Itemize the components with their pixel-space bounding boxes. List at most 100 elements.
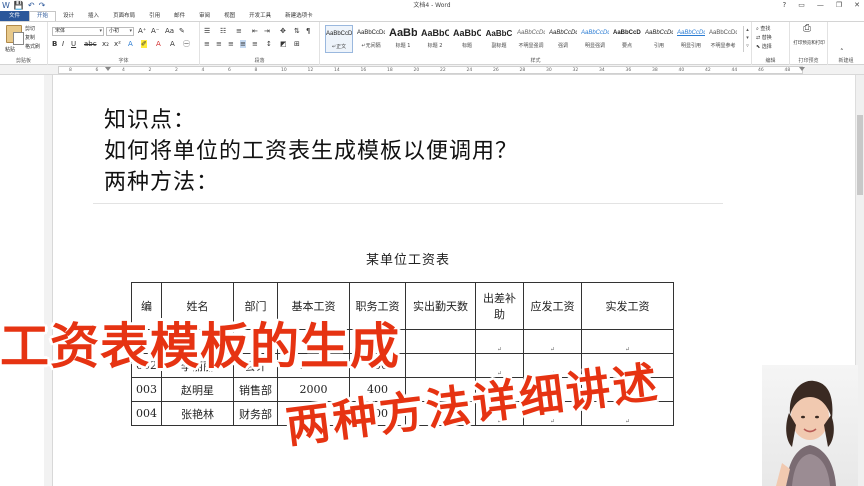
- align-center-icon[interactable]: ≡: [216, 40, 222, 48]
- paste-icon[interactable]: [6, 25, 24, 45]
- style-title[interactable]: AaBbC 标题: [453, 25, 481, 53]
- right-indent-marker[interactable]: [799, 67, 805, 71]
- style-sample: AaBbCcDd: [613, 30, 641, 36]
- select-button[interactable]: ⬉ 选择: [756, 43, 772, 50]
- minimize-button[interactable]: —: [817, 0, 824, 11]
- collapse-ribbon-icon[interactable]: ˄: [840, 48, 844, 56]
- table-cell[interactable]: 销售部: [233, 377, 278, 402]
- char-shading-icon[interactable]: A: [170, 40, 175, 48]
- style-heading-1[interactable]: AaBb 标题 1: [389, 25, 417, 53]
- ruler-number: 10: [281, 68, 287, 73]
- table-cell[interactable]: 张艳林: [161, 401, 234, 426]
- scroll-thumb[interactable]: [857, 115, 863, 195]
- distributed-icon[interactable]: ≡: [252, 40, 258, 48]
- table-cell[interactable]: 财务部: [233, 401, 278, 426]
- replace-button[interactable]: ⇄ 替换: [756, 34, 772, 41]
- style-sample: AaBbCcDd: [581, 30, 609, 36]
- cursor-icon: ⬉: [756, 44, 761, 50]
- style-subtle-reference[interactable]: AaBbCcDd 不明显参考: [709, 25, 737, 53]
- tab-home[interactable]: 开始: [29, 11, 57, 21]
- copy-button[interactable]: 复制: [25, 34, 35, 41]
- paragraph-label: 段落: [254, 58, 265, 64]
- ribbon-display-button[interactable]: ▭: [798, 0, 805, 11]
- font-size-combo[interactable]: 小初: [106, 27, 134, 36]
- horizontal-ruler[interactable]: 8 6 4 2 2 4 6 8 10 12 14 16 18 20 22 24 26 28 30 32 34 36 38 40…: [0, 65, 864, 75]
- clear-format-icon[interactable]: ✎: [179, 27, 185, 35]
- tab-file[interactable]: 文件: [0, 11, 30, 21]
- decrease-indent-icon[interactable]: ⇤: [252, 27, 258, 35]
- align-left-icon[interactable]: ≡: [204, 40, 210, 48]
- maximize-button[interactable]: ❐: [836, 0, 842, 11]
- borders-icon[interactable]: ⊞: [294, 40, 300, 48]
- superscript-icon[interactable]: x²: [114, 40, 121, 48]
- ruler-number: 2: [148, 68, 152, 73]
- find-button[interactable]: ⌕ 查找: [756, 25, 770, 32]
- style-sample: AaBbC: [453, 28, 481, 38]
- table-cell[interactable]: ↵: [475, 329, 524, 354]
- tab-view[interactable]: 视图: [217, 11, 242, 21]
- shrink-font-icon[interactable]: A⁻: [151, 27, 159, 35]
- paste-button[interactable]: 粘贴: [5, 46, 15, 53]
- table-cell[interactable]: 赵明星: [161, 377, 234, 402]
- help-button[interactable]: ?: [783, 0, 787, 11]
- tab-insert[interactable]: 插入: [81, 11, 106, 21]
- numbering-icon[interactable]: ☷: [220, 27, 226, 35]
- bullets-icon[interactable]: ☰: [204, 27, 210, 35]
- document-body[interactable]: 知识点： 如何将单位的工资表生成模板以便调用？ 两种方法：: [104, 105, 518, 198]
- grow-font-icon[interactable]: A⁺: [138, 27, 146, 35]
- window-title: 文档4 - Word: [413, 2, 451, 9]
- tab-mailings[interactable]: 邮件: [167, 11, 192, 21]
- increase-indent-icon[interactable]: ⇥: [264, 27, 270, 35]
- font-name-combo[interactable]: 宋体: [52, 27, 104, 36]
- style-heading-2[interactable]: AaBbC 标题 2: [421, 25, 449, 53]
- style-intense-quote[interactable]: AaBbCcDd 明显引用: [677, 25, 705, 53]
- show-marks-icon[interactable]: ¶: [306, 27, 310, 35]
- tab-developer[interactable]: 开发工具: [242, 11, 278, 21]
- table-cell[interactable]: 003: [131, 377, 162, 402]
- text-effects-icon[interactable]: A: [128, 40, 133, 48]
- style-name: 引用: [653, 43, 664, 49]
- table-cell[interactable]: ↵: [523, 329, 582, 354]
- tab-layout[interactable]: 页面布局: [106, 11, 142, 21]
- bold-icon[interactable]: B: [52, 40, 57, 48]
- subscript-icon[interactable]: x₂: [102, 40, 109, 48]
- justify-icon[interactable]: ≡: [240, 40, 246, 48]
- shading-icon[interactable]: ◩: [280, 40, 287, 48]
- line-spacing-icon[interactable]: ↕: [266, 40, 272, 48]
- presenter-avatar: [776, 380, 836, 486]
- print-preview-button[interactable]: 打印预览和打印: [792, 41, 826, 46]
- style-intense-emphasis[interactable]: AaBbCcDd 明显强调: [581, 25, 609, 53]
- style-quote[interactable]: AaBbCcDd 引用: [645, 25, 673, 53]
- cut-button[interactable]: 剪切: [25, 25, 35, 32]
- font-color-icon[interactable]: A: [156, 40, 161, 48]
- chinese-layout-icon[interactable]: ✥: [280, 27, 286, 35]
- close-button[interactable]: ✕: [854, 0, 860, 11]
- first-line-indent-marker[interactable]: [105, 67, 111, 71]
- tab-references[interactable]: 引用: [142, 11, 167, 21]
- styles-scroll[interactable]: ▴ ▾ ▿: [743, 26, 751, 52]
- sort-icon[interactable]: ⇅: [294, 27, 300, 35]
- style-emphasis[interactable]: AaBbCcDd 强调: [549, 25, 577, 53]
- underline-icon[interactable]: U: [71, 40, 76, 48]
- table-cell[interactable]: 004: [131, 401, 162, 426]
- print-preview-icon[interactable]: ⎙: [803, 24, 811, 34]
- change-case-icon[interactable]: Aa: [165, 27, 174, 35]
- format-painter-button[interactable]: 格式刷: [25, 43, 40, 50]
- style-no-spacing[interactable]: AaBbCcDd ↵无间隔: [357, 25, 385, 53]
- vertical-ruler[interactable]: [44, 75, 53, 486]
- style-normal[interactable]: AaBbCcDd ↵正文: [325, 25, 353, 53]
- style-subtle-emphasis[interactable]: AaBbCcDd 不明显强调: [517, 25, 545, 53]
- italic-icon[interactable]: I: [62, 40, 64, 48]
- style-subtitle[interactable]: AaBbC 副标题: [485, 25, 513, 53]
- tab-design[interactable]: 设计: [56, 11, 81, 21]
- tab-review[interactable]: 审阅: [192, 11, 217, 21]
- align-right-icon[interactable]: ≡: [228, 40, 234, 48]
- strikethrough-icon[interactable]: abc: [84, 40, 97, 48]
- highlight-icon[interactable]: ✐: [141, 40, 147, 48]
- enclose-char-icon[interactable]: ㊀: [183, 40, 190, 48]
- multilevel-list-icon[interactable]: ≡: [236, 27, 242, 35]
- tab-new[interactable]: 新建选项卡: [278, 11, 320, 21]
- table-cell[interactable]: [405, 329, 476, 354]
- style-sample: AaBbCcDd: [326, 31, 352, 37]
- style-strong[interactable]: AaBbCcDd 要点: [613, 25, 641, 53]
